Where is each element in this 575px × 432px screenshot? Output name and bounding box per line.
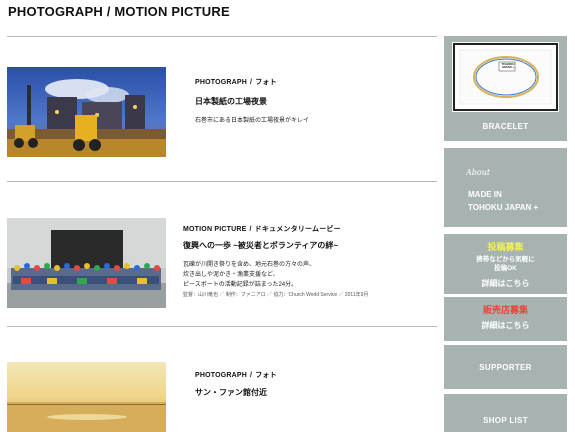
- post-category: PHOTOGRAPH / フォト: [195, 77, 277, 87]
- category-label: PHOTOGRAPH: [195, 372, 248, 379]
- post-thumbnail-factory-night[interactable]: [7, 67, 166, 157]
- subcategory-label: ドキュメンタリームービー: [254, 226, 341, 233]
- divider: [7, 326, 437, 327]
- category-separator: /: [250, 79, 253, 86]
- sidebar-dealer[interactable]: 販売店募集 詳細はこちら: [444, 297, 567, 341]
- subcategory-label: フォト: [255, 372, 277, 379]
- divider: [7, 181, 437, 182]
- bracelet-frame-text: TOHOKU JAPAN +: [501, 63, 515, 69]
- post-title[interactable]: 日本製紙の工場夜景: [195, 96, 267, 107]
- post-thumbnail-sunset[interactable]: [7, 362, 166, 432]
- about-line: MADE IN: [468, 190, 502, 199]
- about-script-label: About: [466, 168, 491, 177]
- post-credit: 監督：山川竜也 ／ 制作：ファニアロ ／ 協力：Church World Ser…: [183, 292, 369, 298]
- bracelet-image: TOHOKU JAPAN +: [452, 42, 559, 112]
- sidebar-bracelet[interactable]: TOHOKU JAPAN + BRACELET: [444, 36, 567, 141]
- post-description: 炊き出しや泥かき・漁業支援など、: [183, 272, 279, 278]
- sidebar-submission[interactable]: 投稿募集 携帯などから気軽に 投稿OK 詳細はこちら: [444, 234, 567, 294]
- shoplist-label: SHOP LIST: [483, 416, 528, 425]
- sidebar-supporter[interactable]: SUPPORTER: [444, 345, 567, 389]
- subcategory-label: フォト: [255, 79, 277, 86]
- submission-detail-link[interactable]: 詳細はこちら: [444, 278, 567, 289]
- divider: [7, 36, 437, 37]
- about-line: TOHOKU JAPAN +: [468, 203, 539, 212]
- category-label: PHOTOGRAPH: [195, 79, 248, 86]
- post-category: PHOTOGRAPH / フォト: [195, 370, 277, 380]
- post-description: 石巻市にある日本製紙の工場夜景がキレイ: [195, 118, 310, 124]
- category-separator: /: [249, 226, 252, 233]
- post-thumbnail-volunteers[interactable]: [7, 218, 166, 308]
- sidebar-shoplist[interactable]: SHOP LIST: [444, 394, 567, 432]
- post-category: MOTION PICTURE / ドキュメンタリームービー: [183, 224, 341, 234]
- post-description: 瓦礫が川開き祭りを含め、地元石巻の方々の声、: [183, 262, 316, 268]
- dealer-heading: 販売店募集: [482, 305, 528, 315]
- post-title[interactable]: 復興への一歩 ~被災者とボランティアの絆~: [183, 240, 338, 251]
- sidebar-about[interactable]: About MADE IN TOHOKU JAPAN +: [444, 148, 567, 227]
- page-title: PHOTOGRAPH / MOTION PICTURE: [8, 4, 230, 19]
- submission-heading: 投稿募集: [487, 242, 524, 252]
- category-label: MOTION PICTURE: [183, 226, 247, 233]
- submission-line: 投稿OK: [494, 265, 517, 272]
- post-description: ピースボートの活動記録が詰まった24分。: [183, 282, 298, 288]
- post-title[interactable]: サン・ファン館付近: [195, 387, 267, 398]
- dealer-detail-link[interactable]: 詳細はこちら: [444, 320, 567, 331]
- category-separator: /: [250, 372, 253, 379]
- bracelet-label: BRACELET: [482, 122, 529, 131]
- supporter-label: SUPPORTER: [479, 363, 532, 372]
